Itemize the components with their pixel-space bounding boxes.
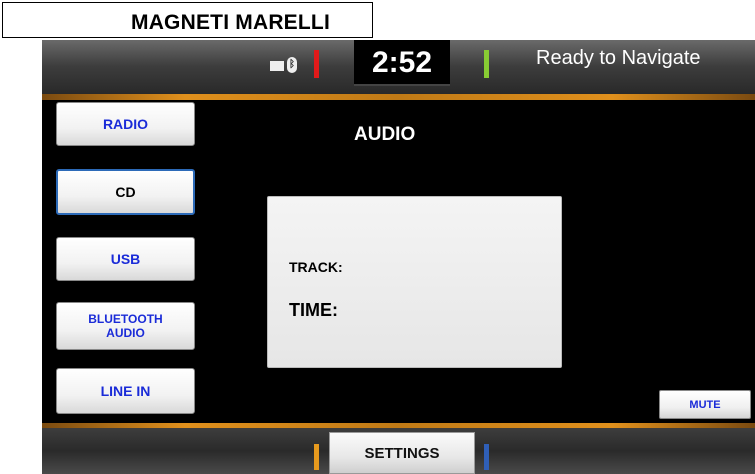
brand-logo-text: MAGNETI MARELLI bbox=[131, 11, 330, 34]
bottom-indicator-orange bbox=[314, 444, 319, 470]
bluetooth-icon: ᛒ bbox=[287, 57, 297, 73]
time-label: TIME: bbox=[289, 300, 338, 320]
mute-button-label: MUTE bbox=[689, 398, 721, 411]
clock: 2:52 bbox=[354, 40, 450, 86]
status-indicator-green bbox=[484, 50, 489, 78]
nav-status[interactable]: Ready to Navigate bbox=[536, 47, 701, 70]
status-bar-accent bbox=[42, 94, 755, 100]
clock-text: 2:52 bbox=[371, 46, 433, 79]
mute-button[interactable]: MUTE bbox=[659, 390, 751, 419]
cd-button-label: CD bbox=[115, 184, 136, 200]
settings-button[interactable]: SETTINGS bbox=[329, 432, 475, 474]
usb-button-label: USB bbox=[110, 251, 141, 267]
bottom-indicator-blue bbox=[484, 444, 489, 470]
track-info-panel: TRACK: TIME: bbox=[267, 196, 562, 368]
radio-button[interactable]: RADIO bbox=[56, 102, 195, 146]
bluetooth-audio-button[interactable]: BLUETOOTH AUDIO bbox=[56, 302, 195, 350]
mail-icon bbox=[270, 61, 284, 71]
settings-button-label: SETTINGS bbox=[364, 444, 440, 462]
usb-button[interactable]: USB bbox=[56, 237, 195, 281]
line-in-button-label: LINE IN bbox=[100, 383, 151, 399]
bluetooth-audio-button-label: BLUETOOTH AUDIO bbox=[88, 312, 163, 340]
page-title: AUDIO bbox=[354, 124, 416, 145]
cd-button[interactable]: CD bbox=[56, 169, 195, 215]
status-indicator-red bbox=[314, 50, 319, 78]
line-in-button[interactable]: LINE IN bbox=[56, 368, 195, 414]
track-label: TRACK: bbox=[289, 259, 343, 275]
radio-button-label: RADIO bbox=[102, 116, 149, 132]
infotainment-screen: ᛒ 2:52 Ready to Navigate RADIO CD USB BL… bbox=[42, 40, 755, 474]
brand-header: MAGNETI MARELLI bbox=[2, 2, 373, 38]
